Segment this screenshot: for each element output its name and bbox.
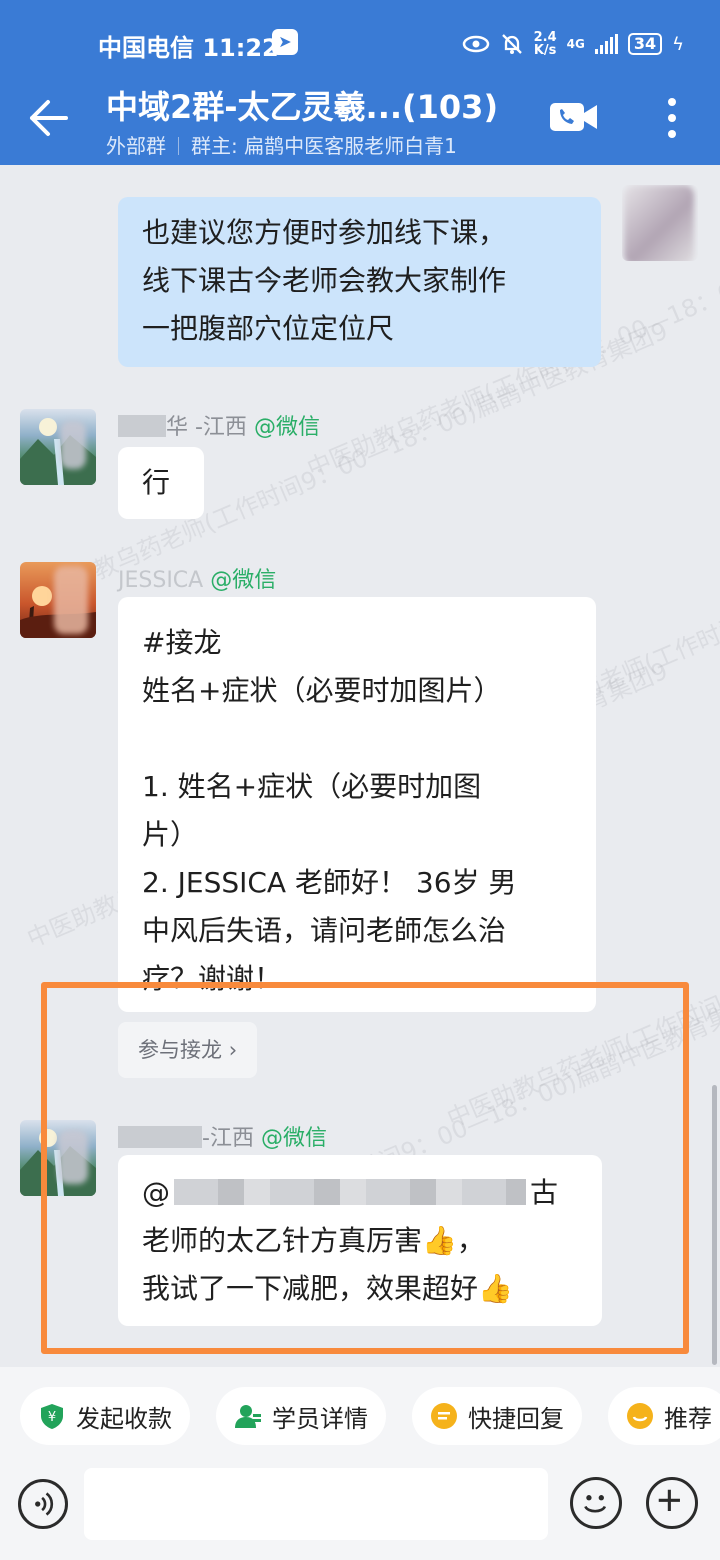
add-attachment-icon[interactable] (646, 1477, 698, 1529)
status-bar: 中国电信 11:22 ➤ 2.4 K/s 4G 34 ϟ (0, 26, 720, 62)
message-line: 行 (142, 466, 171, 499)
message-line: @ 古 (142, 1176, 559, 1209)
message-bubble-self[interactable]: 也建议您方便时参加线下课， 线下课古今老师会教大家制作 一把腹部穴位定位尺 (118, 197, 601, 367)
chevron-right-icon: › (228, 1038, 238, 1062)
quick-action-quick-reply[interactable]: 快捷回复 (412, 1387, 582, 1445)
self-avatar[interactable] (622, 185, 698, 261)
message-bubble[interactable]: 行 (118, 447, 204, 519)
emoji-icon[interactable] (570, 1477, 622, 1529)
app-notification-icon: ➤ (272, 29, 298, 55)
message-bubble[interactable]: #接龙 姓名+症状（必要时加图片） 1. 姓名+症状（必要时加图 片） 2. J… (118, 597, 596, 1012)
message-line: 2. JESSICA 老師好！ 36岁 男 (142, 866, 517, 899)
quick-action-recommend[interactable]: 推荐 (608, 1387, 720, 1445)
chat-subtitle: 外部群 群主: 扁鹊中医客服老师白青1 (106, 134, 457, 158)
message-line: 线下课古今老师会教大家制作 (142, 264, 507, 297)
message-line: 也建议您方便时参加线下课， (142, 216, 507, 249)
eye-icon (462, 35, 489, 53)
recommend-icon (627, 1403, 653, 1429)
status-carrier-time: 中国电信 11:22 (98, 34, 279, 62)
message-line: 片） (142, 818, 199, 851)
sender-name: -江西 @微信 (118, 1120, 327, 1152)
quick-action-payment[interactable]: ¥ 发起收款 (20, 1387, 190, 1445)
net-speed: 2.4 K/s (533, 30, 557, 58)
message-line: 中风后失语，请问老師怎么治 (142, 914, 507, 947)
quick-reply-icon (431, 1403, 457, 1429)
voice-input-icon[interactable] (18, 1479, 68, 1529)
message-input[interactable] (84, 1468, 548, 1540)
message-line: 老师的太乙针方真厉害👍， (142, 1224, 485, 1257)
network-type: 4G (566, 37, 585, 51)
redacted-mention (174, 1179, 526, 1205)
sender-avatar[interactable] (20, 409, 96, 485)
input-bar (0, 1465, 720, 1560)
mute-bell-icon (501, 34, 522, 54)
join-jielong-button[interactable]: 参与接龙 › (118, 1022, 258, 1078)
message-line: 一把腹部穴位定位尺 (142, 312, 395, 345)
chat-header: 中国电信 11:22 ➤ 2.4 K/s 4G 34 ϟ 中域2群-太乙灵羲...… (0, 0, 720, 165)
message-line (142, 715, 572, 763)
quick-action-student-details[interactable]: 学员详情 (216, 1387, 386, 1445)
chat-area[interactable]: 中医助教乌药老师(工作时间9：00—18：00)扁鹊中医教育集团9 中医助教乌药… (0, 165, 720, 1367)
signal-icon (594, 34, 618, 54)
message-line: 我试了一下减肥，效果超好👍 (142, 1272, 513, 1305)
sender-name: 华 -江西 @微信 (118, 409, 320, 441)
sender-name: JESSICA @微信 (118, 568, 277, 593)
message-bubble[interactable]: @ 古 老师的太乙针方真厉害👍， 我试了一下减肥，效果超好👍 (118, 1155, 602, 1326)
sender-avatar[interactable] (20, 562, 96, 638)
more-menu-icon[interactable] (664, 96, 680, 140)
student-icon (235, 1405, 261, 1428)
svg-text:¥: ¥ (48, 1410, 56, 1425)
sender-avatar[interactable] (20, 1120, 96, 1196)
payment-icon: ¥ (41, 1404, 63, 1429)
call-icon[interactable] (550, 100, 598, 134)
message-line: 姓名+症状（必要时加图片） (142, 674, 502, 707)
back-arrow-icon[interactable] (26, 96, 70, 140)
message-line: #接龙 (142, 626, 222, 659)
charging-icon: ϟ (672, 33, 684, 55)
scrollbar[interactable] (712, 1085, 717, 1365)
message-line: 1. 姓名+症状（必要时加图 (142, 770, 482, 803)
battery-icon: 34 (627, 33, 663, 55)
chat-title[interactable]: 中域2群-太乙灵羲...(103) (106, 82, 498, 128)
message-line: 疗？谢谢！ (142, 962, 283, 995)
quick-action-bar: ¥ 发起收款 学员详情 快捷回复 推荐 (0, 1367, 720, 1465)
status-icons: 2.4 K/s 4G 34 ϟ (462, 28, 684, 60)
